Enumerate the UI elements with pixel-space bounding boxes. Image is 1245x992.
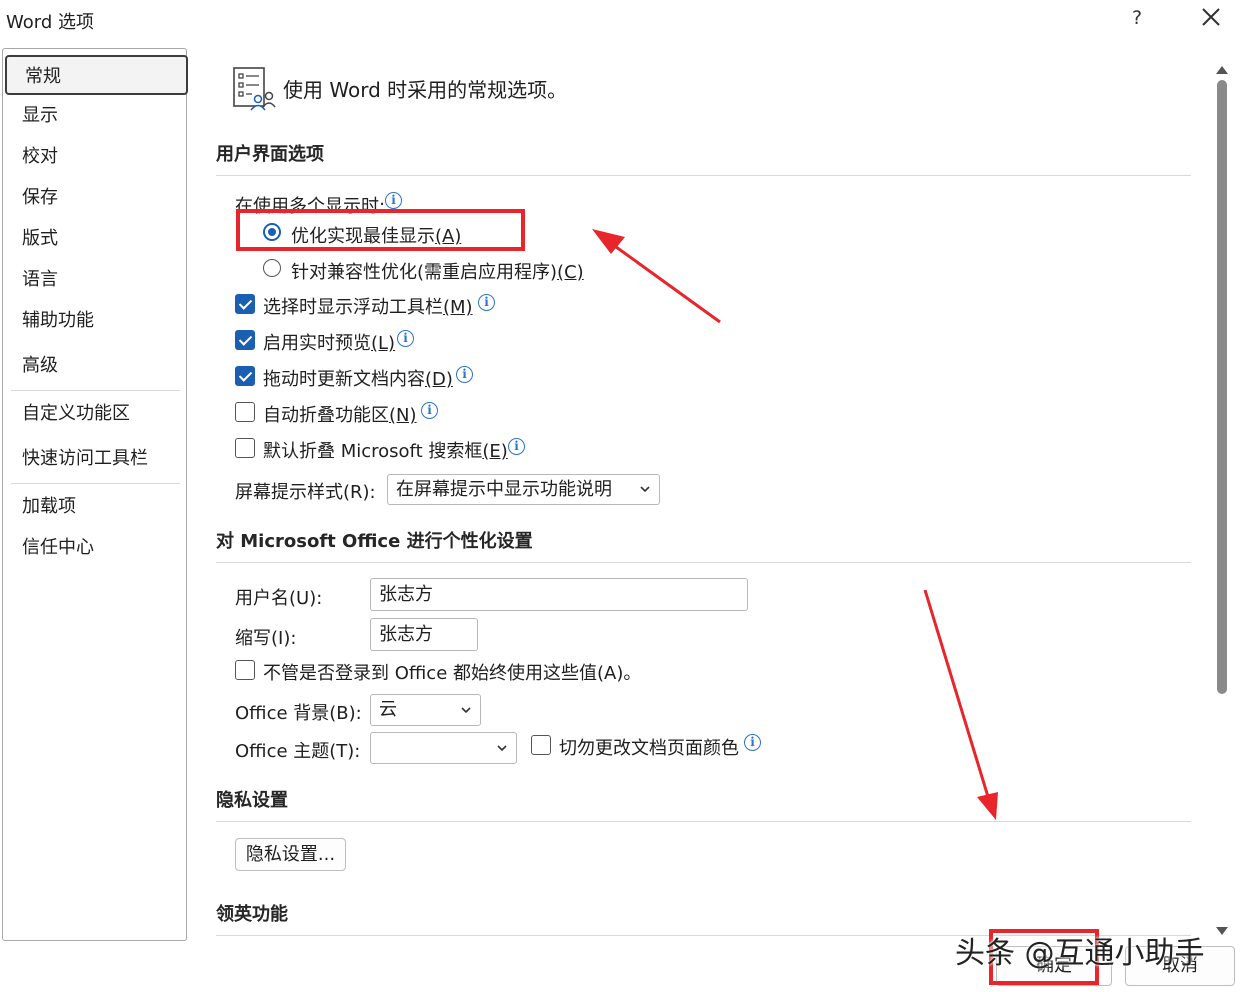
annotation-arrows: [592, 229, 998, 820]
watermark-text: 头条 @互通小助手: [955, 936, 1205, 971]
